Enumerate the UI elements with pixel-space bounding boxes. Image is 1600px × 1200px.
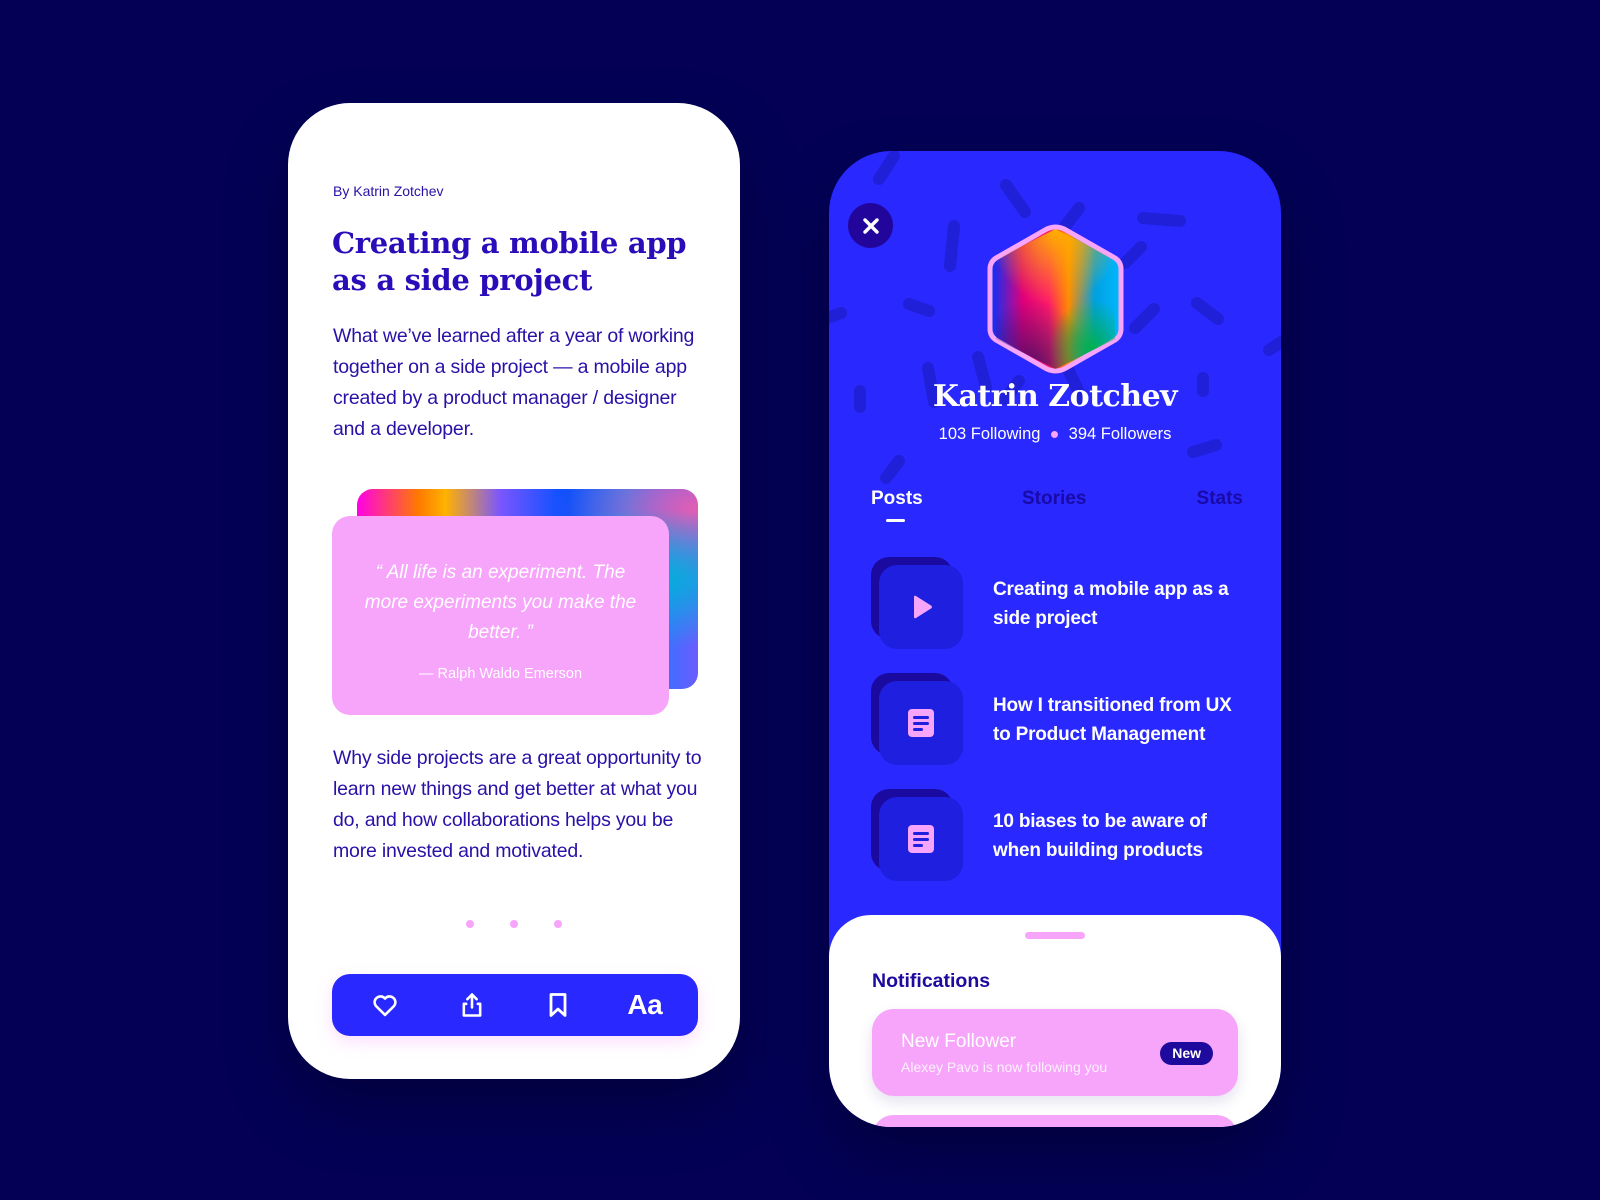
- close-icon: [862, 217, 879, 234]
- tab-stories[interactable]: Stories: [1022, 488, 1086, 510]
- like-button[interactable]: [355, 980, 415, 1030]
- profile-screen: Katrin Zotchev 103 Following 394 Followe…: [829, 151, 1281, 1127]
- share-button[interactable]: [442, 980, 502, 1030]
- active-tab-indicator: [886, 519, 905, 522]
- confetti-dash: [1191, 297, 1224, 325]
- document-icon: [908, 825, 934, 853]
- page-dot[interactable]: [510, 920, 518, 928]
- post-item[interactable]: Creating a mobile app as a side project: [871, 557, 1251, 649]
- notification-card-partial[interactable]: [872, 1115, 1238, 1127]
- confetti-dash: [1129, 303, 1160, 334]
- post-item[interactable]: How I transitioned from UX to Product Ma…: [871, 673, 1251, 765]
- confetti-dash: [1187, 439, 1222, 458]
- article-body: Why side projects are a great opportunit…: [333, 747, 702, 862]
- heart-icon: [373, 995, 397, 1017]
- confetti-dash: [1000, 179, 1031, 218]
- followers-count[interactable]: 394 Followers: [1069, 425, 1172, 443]
- page-dot[interactable]: [554, 920, 563, 928]
- post-title: Creating a mobile app as a side project: [993, 579, 1229, 629]
- quote-card-front: “ All life is an experiment. The more ex…: [332, 516, 669, 715]
- separator-dot: [1051, 431, 1059, 439]
- post-title: 10 biases to be aware of when building p…: [993, 811, 1207, 861]
- thumbnail-tile: [879, 565, 963, 649]
- confetti-dash: [1119, 241, 1147, 269]
- article-byline: By Katrin Zotchev: [333, 183, 444, 199]
- font-size-button[interactable]: Aa: [615, 980, 675, 1030]
- close-button[interactable]: [848, 203, 893, 248]
- confetti-dash: [944, 220, 960, 272]
- notification-card[interactable]: New Follower Alexey Pavo is now followin…: [872, 1009, 1238, 1096]
- article-intro: What we’ve learned after a year of worki…: [333, 325, 695, 440]
- thumbnail-tile: [879, 797, 963, 881]
- page-dot[interactable]: [465, 920, 474, 928]
- sheet-drag-handle[interactable]: [1025, 932, 1085, 939]
- quote-author: — Ralph Waldo Emerson: [418, 666, 583, 682]
- confetti-dash: [1137, 212, 1186, 227]
- confetti-dash: [903, 298, 935, 317]
- quote-text: “ All life is an experiment. The more ex…: [364, 562, 637, 643]
- notifications-title: Notifications: [872, 970, 991, 992]
- quote-card: “ All life is an experiment. The more ex…: [332, 489, 698, 721]
- notifications-sheet: Notifications New Follower Alexey Pavo i…: [829, 915, 1281, 1127]
- confetti-dash: [829, 307, 847, 324]
- post-thumbnail: [871, 557, 963, 649]
- article-toolbar: Aa: [332, 974, 698, 1036]
- confetti-dash: [880, 455, 905, 484]
- profile-stats: 103 Following 394 Followers: [829, 425, 1281, 444]
- article-screen: By Katrin Zotchev Creating a mobile app …: [288, 103, 740, 1079]
- confetti-dash: [873, 151, 900, 185]
- bookmark-icon: [549, 993, 567, 1017]
- document-icon: [908, 709, 934, 737]
- profile-name: Katrin Zotchev: [932, 379, 1178, 414]
- page-indicator: [288, 915, 740, 933]
- post-list: Creating a mobile app as a side project …: [871, 557, 1251, 905]
- font-size-label: Aa: [627, 989, 663, 1020]
- post-title: How I transitioned from UX to Product Ma…: [993, 695, 1232, 745]
- play-icon: [914, 595, 932, 619]
- tab-posts[interactable]: Posts: [871, 488, 923, 510]
- share-icon: [462, 993, 482, 1017]
- following-count[interactable]: 103 Following: [939, 425, 1041, 443]
- article-title: Creating a mobile app as a side project: [332, 226, 687, 297]
- bookmark-button[interactable]: [528, 980, 588, 1030]
- new-badge: New: [1160, 1042, 1213, 1065]
- post-thumbnail: [871, 673, 963, 765]
- thumbnail-tile: [879, 681, 963, 765]
- notification-subtitle: Alexey Pavo is now following you: [901, 1059, 1108, 1075]
- profile-tabs: Posts Stories Stats: [871, 488, 1243, 528]
- avatar[interactable]: [985, 223, 1126, 375]
- tab-stats[interactable]: Stats: [1197, 488, 1243, 510]
- confetti-dash: [1263, 335, 1281, 356]
- post-item[interactable]: 10 biases to be aware of when building p…: [871, 789, 1251, 881]
- post-thumbnail: [871, 789, 963, 881]
- notification-title: New Follower: [901, 1031, 1017, 1052]
